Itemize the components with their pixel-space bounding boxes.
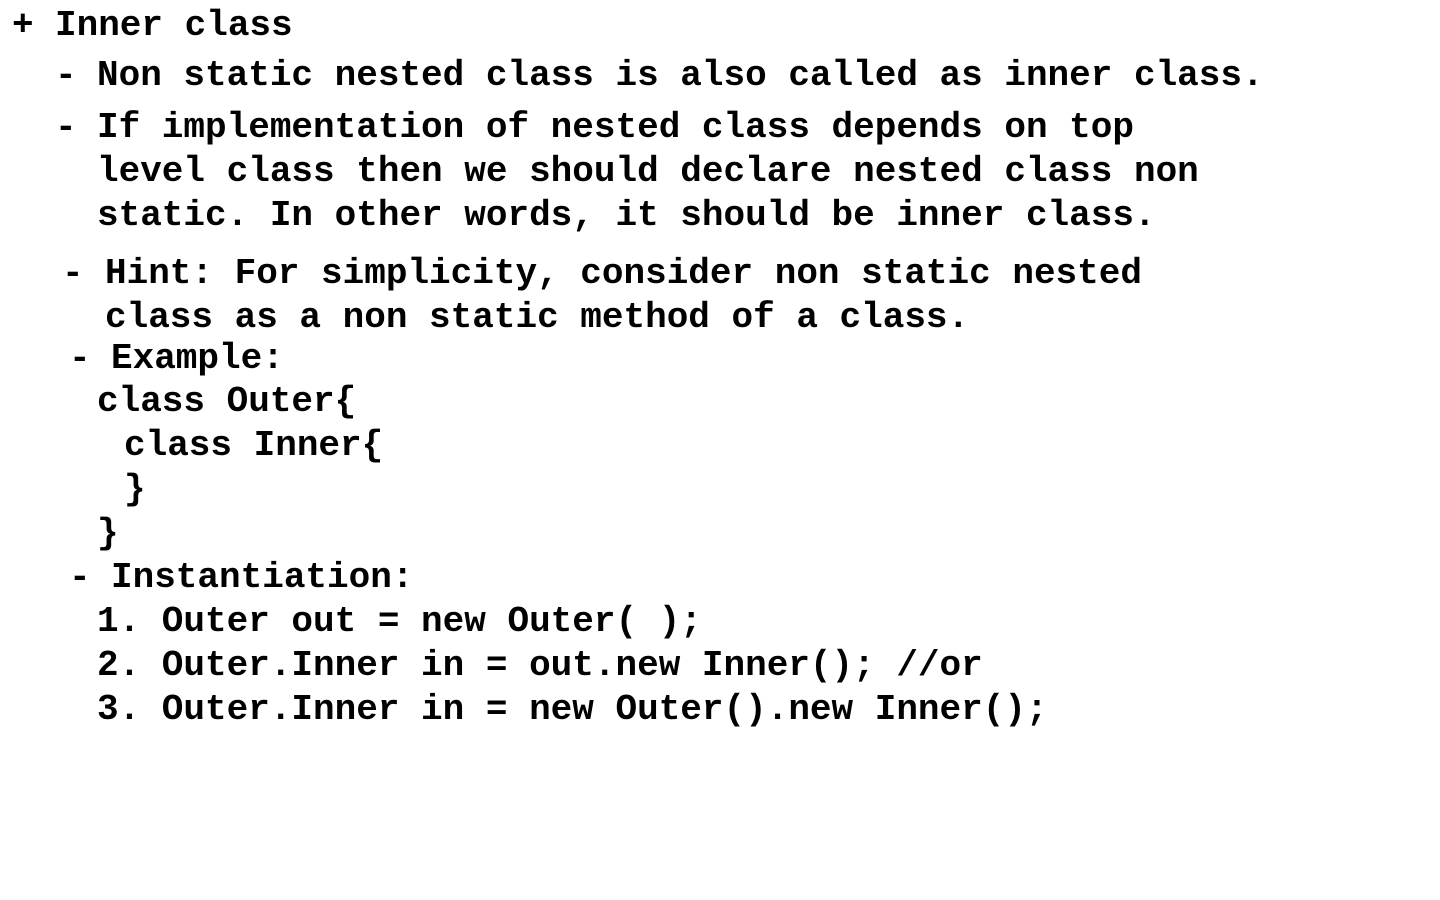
heading-bullet: + — [12, 5, 34, 46]
instantiation-label: Instantiation: — [111, 557, 414, 598]
point-text: level class then we should declare neste… — [97, 151, 1199, 192]
code-line: } — [124, 469, 146, 510]
point-text: static. In other words, it should be inn… — [97, 195, 1156, 236]
bullet-dash: - — [55, 107, 77, 148]
bullet-dash: - — [69, 557, 91, 598]
code-line: class Inner{ — [124, 425, 384, 466]
hint-text: Hint: For simplicity, consider non stati… — [105, 253, 1142, 294]
code-line: } — [97, 513, 119, 554]
heading-title: Inner class — [55, 5, 293, 46]
instantiation-step: 3. Outer.Inner in = new Outer().new Inne… — [97, 689, 1048, 730]
hint-text: class as a non static method of a class. — [105, 297, 970, 338]
point-text: Non static nested class is also called a… — [97, 55, 1264, 96]
instantiation-step: 1. Outer out = new Outer( ); — [97, 601, 702, 642]
bullet-dash: - — [69, 338, 91, 379]
bullet-dash: - — [62, 253, 84, 294]
instantiation-step: 2. Outer.Inner in = out.new Inner(); //o… — [97, 645, 983, 686]
bullet-dash: - — [55, 55, 77, 96]
point-text: If implementation of nested class depend… — [97, 107, 1134, 148]
example-label: Example: — [111, 338, 284, 379]
code-line: class Outer{ — [97, 381, 357, 422]
